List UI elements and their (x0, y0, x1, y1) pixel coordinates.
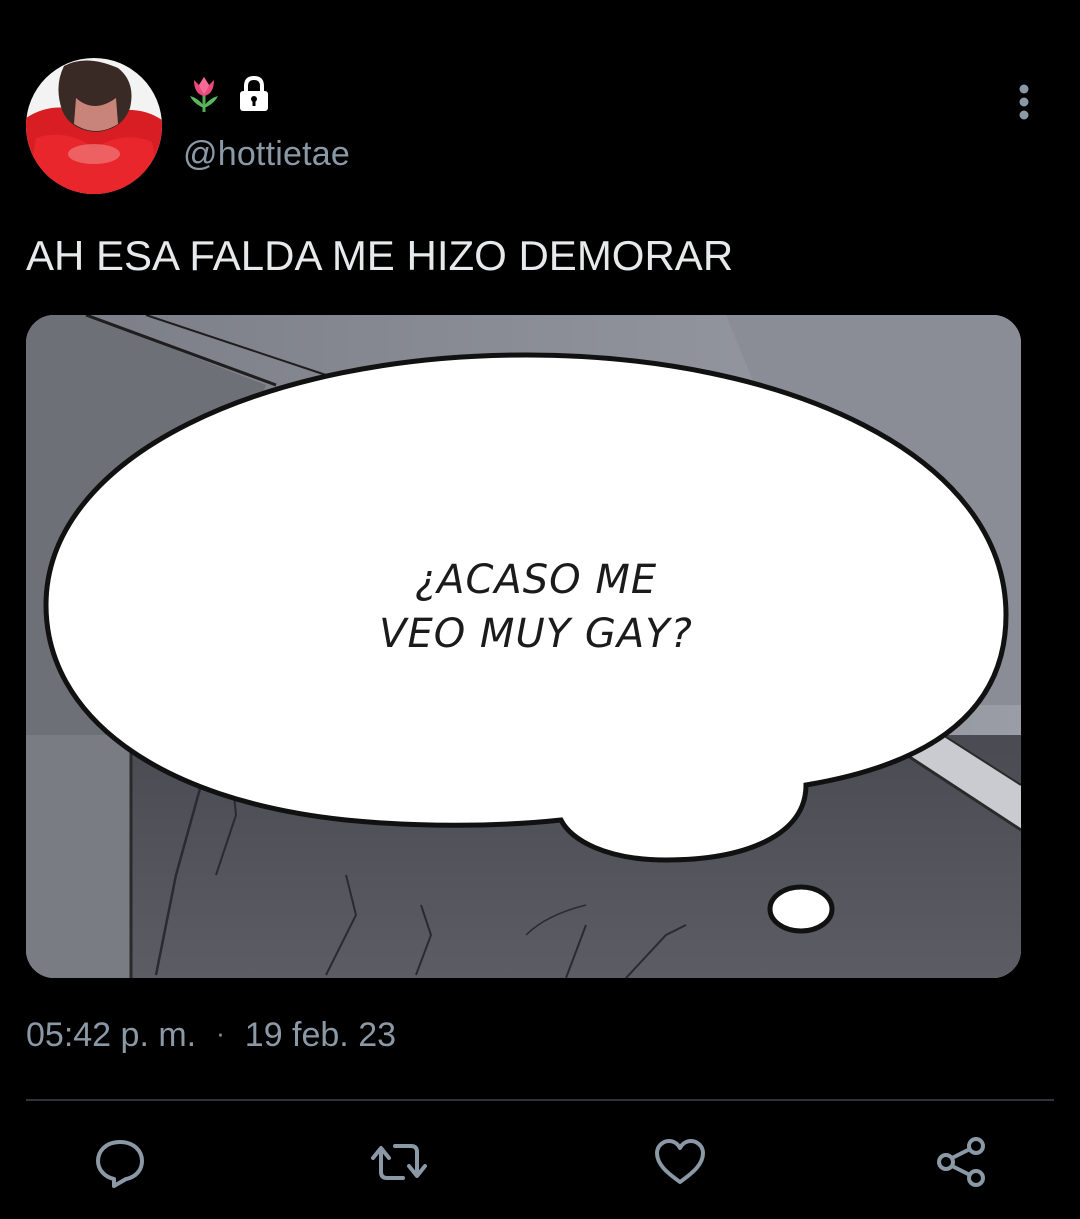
tweet-timestamp[interactable]: 05:42 p. m. · 19 feb. 23 (26, 1010, 396, 1058)
tweet-date: 19 feb. 23 (244, 1016, 397, 1054)
tweet-time: 05:42 p. m. (26, 1016, 197, 1054)
share-icon (937, 1137, 985, 1187)
reply-icon (96, 1140, 144, 1188)
retweet-button[interactable] (369, 1132, 429, 1192)
reply-button[interactable] (90, 1132, 150, 1192)
speech-bubble-line-1: ¿ACASO ME (414, 557, 658, 603)
meta-separator: · (216, 1018, 225, 1048)
divider (26, 1099, 1054, 1101)
retweet-icon (371, 1144, 427, 1180)
speech-bubble-line-2: VEO MUY GAY? (379, 611, 693, 657)
tweet-text: AH ESA FALDA ME HIZO DEMORAR (26, 232, 734, 279)
like-button[interactable] (650, 1132, 710, 1192)
more-options-button[interactable] (1004, 80, 1044, 124)
like-icon (655, 1139, 705, 1184)
user-handle[interactable]: @hottietae (183, 132, 350, 176)
tweet-media[interactable]: ¿ACASO ME VEO MUY GAY? (26, 315, 1021, 978)
more-vertical-icon (1019, 84, 1029, 120)
lock-icon (240, 75, 268, 111)
avatar[interactable] (26, 58, 162, 194)
display-name[interactable] (186, 74, 274, 114)
avatar-image (26, 58, 162, 194)
share-button[interactable] (932, 1132, 992, 1192)
speech-bubble-text: ¿ACASO ME VEO MUY GAY? (326, 553, 746, 661)
tulip-icon (190, 77, 218, 112)
